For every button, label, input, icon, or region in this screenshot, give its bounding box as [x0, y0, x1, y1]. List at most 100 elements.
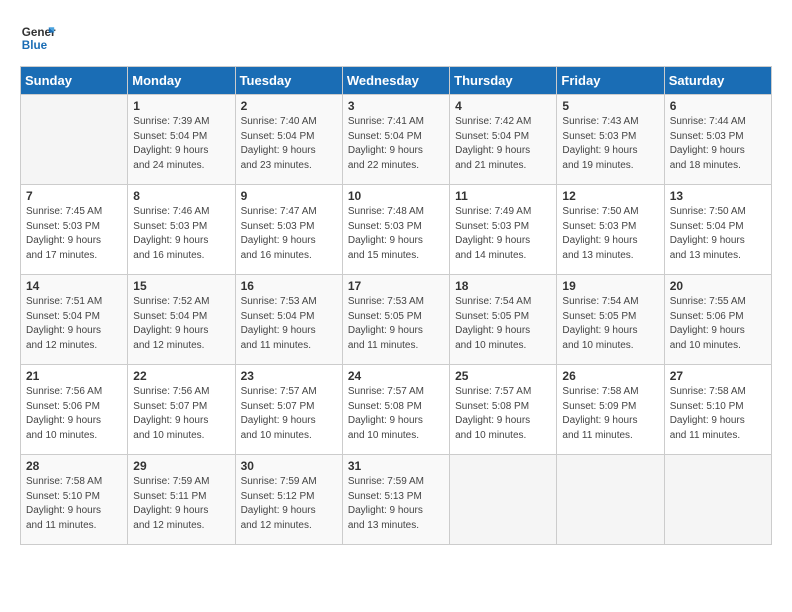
day-number: 6: [670, 99, 766, 113]
day-info: Sunrise: 7:45 AM Sunset: 5:03 PM Dayligh…: [26, 205, 122, 263]
day-info: Sunrise: 7:53 AM Sunset: 5:04 PM Dayligh…: [241, 295, 337, 353]
day-info: Sunrise: 7:43 AM Sunset: 5:03 PM Dayligh…: [562, 115, 658, 173]
day-number: 21: [26, 369, 122, 383]
calendar-cell: 25 Sunrise: 7:57 AM Sunset: 5:08 PM Dayli…: [450, 365, 557, 455]
day-info: Sunrise: 7:50 AM Sunset: 5:04 PM Dayligh…: [670, 205, 766, 263]
day-info: Sunrise: 7:57 AM Sunset: 5:07 PM Dayligh…: [241, 385, 337, 443]
calendar-cell: [664, 455, 771, 545]
day-number: 17: [348, 279, 444, 293]
header-day-thursday: Thursday: [450, 67, 557, 95]
calendar-cell: 21 Sunrise: 7:56 AM Sunset: 5:06 PM Dayli…: [21, 365, 128, 455]
day-number: 24: [348, 369, 444, 383]
day-number: 8: [133, 189, 229, 203]
day-info: Sunrise: 7:57 AM Sunset: 5:08 PM Dayligh…: [348, 385, 444, 443]
day-info: Sunrise: 7:59 AM Sunset: 5:13 PM Dayligh…: [348, 475, 444, 533]
day-info: Sunrise: 7:59 AM Sunset: 5:12 PM Dayligh…: [241, 475, 337, 533]
calendar-cell: [21, 95, 128, 185]
calendar-table: SundayMondayTuesdayWednesdayThursdayFrid…: [20, 66, 772, 545]
day-number: 19: [562, 279, 658, 293]
header-row: SundayMondayTuesdayWednesdayThursdayFrid…: [21, 67, 772, 95]
calendar-cell: 1Sunrise: 7:39 AM Sunset: 5:04 PM Daylig…: [128, 95, 235, 185]
day-info: Sunrise: 7:41 AM Sunset: 5:04 PM Dayligh…: [348, 115, 444, 173]
day-info: Sunrise: 7:53 AM Sunset: 5:05 PM Dayligh…: [348, 295, 444, 353]
header-day-friday: Friday: [557, 67, 664, 95]
day-info: Sunrise: 7:48 AM Sunset: 5:03 PM Dayligh…: [348, 205, 444, 263]
calendar-cell: 9 Sunrise: 7:47 AM Sunset: 5:03 PM Daylig…: [235, 185, 342, 275]
svg-text:Blue: Blue: [22, 39, 48, 52]
calendar-cell: [450, 455, 557, 545]
day-info: Sunrise: 7:58 AM Sunset: 5:10 PM Dayligh…: [26, 475, 122, 533]
week-row-5: 28 Sunrise: 7:58 AM Sunset: 5:10 PM Dayli…: [21, 455, 772, 545]
calendar-cell: 20Sunrise: 7:55 AM Sunset: 5:06 PM Dayli…: [664, 275, 771, 365]
day-info: Sunrise: 7:58 AM Sunset: 5:10 PM Dayligh…: [670, 385, 766, 443]
calendar-cell: 4 Sunrise: 7:42 AM Sunset: 5:04 PM Daylig…: [450, 95, 557, 185]
day-info: Sunrise: 7:55 AM Sunset: 5:06 PM Dayligh…: [670, 295, 766, 353]
day-info: Sunrise: 7:57 AM Sunset: 5:08 PM Dayligh…: [455, 385, 551, 443]
day-number: 22: [133, 369, 229, 383]
week-row-1: 1Sunrise: 7:39 AM Sunset: 5:04 PM Daylig…: [21, 95, 772, 185]
calendar-cell: 28 Sunrise: 7:58 AM Sunset: 5:10 PM Dayli…: [21, 455, 128, 545]
day-number: 13: [670, 189, 766, 203]
day-number: 27: [670, 369, 766, 383]
header-day-saturday: Saturday: [664, 67, 771, 95]
page-header: General Blue: [20, 20, 772, 56]
calendar-cell: 15Sunrise: 7:52 AM Sunset: 5:04 PM Dayli…: [128, 275, 235, 365]
day-info: Sunrise: 7:59 AM Sunset: 5:11 PM Dayligh…: [133, 475, 229, 533]
calendar-cell: 14 Sunrise: 7:51 AM Sunset: 5:04 PM Dayli…: [21, 275, 128, 365]
calendar-cell: 5 Sunrise: 7:43 AM Sunset: 5:03 PM Daylig…: [557, 95, 664, 185]
header-day-tuesday: Tuesday: [235, 67, 342, 95]
day-info: Sunrise: 7:42 AM Sunset: 5:04 PM Dayligh…: [455, 115, 551, 173]
day-number: 23: [241, 369, 337, 383]
day-number: 25: [455, 369, 551, 383]
day-number: 31: [348, 459, 444, 473]
day-info: Sunrise: 7:56 AM Sunset: 5:06 PM Dayligh…: [26, 385, 122, 443]
calendar-cell: 27 Sunrise: 7:58 AM Sunset: 5:10 PM Dayli…: [664, 365, 771, 455]
calendar-cell: 10 Sunrise: 7:48 AM Sunset: 5:03 PM Dayli…: [342, 185, 449, 275]
day-info: Sunrise: 7:50 AM Sunset: 5:03 PM Dayligh…: [562, 205, 658, 263]
calendar-cell: 26 Sunrise: 7:58 AM Sunset: 5:09 PM Dayli…: [557, 365, 664, 455]
day-info: Sunrise: 7:54 AM Sunset: 5:05 PM Dayligh…: [562, 295, 658, 353]
week-row-4: 21 Sunrise: 7:56 AM Sunset: 5:06 PM Dayli…: [21, 365, 772, 455]
calendar-cell: 3Sunrise: 7:41 AM Sunset: 5:04 PM Daylig…: [342, 95, 449, 185]
day-number: 28: [26, 459, 122, 473]
day-info: Sunrise: 7:51 AM Sunset: 5:04 PM Dayligh…: [26, 295, 122, 353]
calendar-cell: 11Sunrise: 7:49 AM Sunset: 5:03 PM Dayli…: [450, 185, 557, 275]
day-number: 29: [133, 459, 229, 473]
calendar-cell: 22 Sunrise: 7:56 AM Sunset: 5:07 PM Dayli…: [128, 365, 235, 455]
day-info: Sunrise: 7:56 AM Sunset: 5:07 PM Dayligh…: [133, 385, 229, 443]
day-number: 16: [241, 279, 337, 293]
calendar-cell: 17 Sunrise: 7:53 AM Sunset: 5:05 PM Dayli…: [342, 275, 449, 365]
calendar-cell: [557, 455, 664, 545]
day-number: 26: [562, 369, 658, 383]
calendar-header: SundayMondayTuesdayWednesdayThursdayFrid…: [21, 67, 772, 95]
day-info: Sunrise: 7:54 AM Sunset: 5:05 PM Dayligh…: [455, 295, 551, 353]
day-number: 11: [455, 189, 551, 203]
calendar-cell: 19 Sunrise: 7:54 AM Sunset: 5:05 PM Dayli…: [557, 275, 664, 365]
day-number: 10: [348, 189, 444, 203]
day-number: 30: [241, 459, 337, 473]
week-row-2: 7Sunrise: 7:45 AM Sunset: 5:03 PM Daylig…: [21, 185, 772, 275]
calendar-cell: 24 Sunrise: 7:57 AM Sunset: 5:08 PM Dayli…: [342, 365, 449, 455]
calendar-cell: 7Sunrise: 7:45 AM Sunset: 5:03 PM Daylig…: [21, 185, 128, 275]
day-number: 15: [133, 279, 229, 293]
day-info: Sunrise: 7:40 AM Sunset: 5:04 PM Dayligh…: [241, 115, 337, 173]
day-info: Sunrise: 7:47 AM Sunset: 5:03 PM Dayligh…: [241, 205, 337, 263]
header-day-sunday: Sunday: [21, 67, 128, 95]
calendar-cell: 31 Sunrise: 7:59 AM Sunset: 5:13 PM Dayli…: [342, 455, 449, 545]
day-info: Sunrise: 7:58 AM Sunset: 5:09 PM Dayligh…: [562, 385, 658, 443]
day-number: 12: [562, 189, 658, 203]
calendar-cell: 13 Sunrise: 7:50 AM Sunset: 5:04 PM Dayli…: [664, 185, 771, 275]
calendar-cell: 6 Sunrise: 7:44 AM Sunset: 5:03 PM Daylig…: [664, 95, 771, 185]
week-row-3: 14 Sunrise: 7:51 AM Sunset: 5:04 PM Dayli…: [21, 275, 772, 365]
calendar-cell: 18 Sunrise: 7:54 AM Sunset: 5:05 PM Dayli…: [450, 275, 557, 365]
day-number: 14: [26, 279, 122, 293]
header-day-wednesday: Wednesday: [342, 67, 449, 95]
calendar-cell: 2 Sunrise: 7:40 AM Sunset: 5:04 PM Daylig…: [235, 95, 342, 185]
calendar-cell: 12 Sunrise: 7:50 AM Sunset: 5:03 PM Dayli…: [557, 185, 664, 275]
day-number: 5: [562, 99, 658, 113]
day-number: 18: [455, 279, 551, 293]
day-info: Sunrise: 7:44 AM Sunset: 5:03 PM Dayligh…: [670, 115, 766, 173]
day-number: 2: [241, 99, 337, 113]
day-number: 9: [241, 189, 337, 203]
day-number: 4: [455, 99, 551, 113]
